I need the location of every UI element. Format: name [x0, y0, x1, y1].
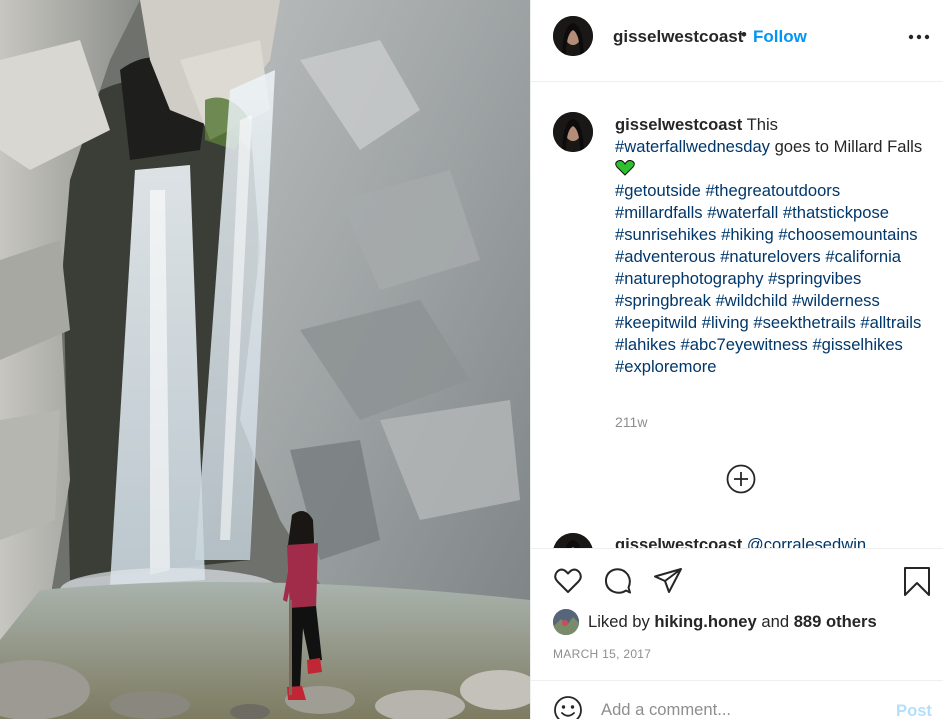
hashtag-link[interactable]: #springvibes — [768, 269, 861, 288]
hashtag-link[interactable]: #getoutside — [615, 181, 701, 200]
likes-text: Liked by hiking.honey and 889 others — [588, 612, 877, 632]
hashtag-link[interactable]: #waterfall — [707, 203, 778, 222]
hashtag-link[interactable]: #millardfalls — [615, 203, 703, 222]
comment-item: gisselwestcoast @corralesedwin — [615, 535, 866, 548]
smiley-icon[interactable] — [553, 695, 583, 719]
comments-section[interactable]: gisselwestcoast This #waterfallwednesday… — [531, 83, 943, 548]
caption-author-avatar[interactable] — [553, 112, 593, 152]
add-comment-bar: Post — [531, 680, 943, 719]
post-actions: Liked by hiking.honey and 889 others MAR… — [531, 548, 943, 719]
comment-avatar-image — [553, 533, 593, 548]
likes-middle: and — [756, 612, 794, 631]
hashtag-link[interactable]: #keepitwild — [615, 313, 697, 332]
liker-avatar-image — [553, 609, 579, 635]
follow-button[interactable]: Follow — [753, 27, 807, 47]
hashtag-link[interactable]: #exploremore — [615, 357, 716, 376]
author-avatar-image — [553, 16, 593, 56]
comment-mention[interactable]: @corralesedwin — [747, 535, 866, 548]
separator-dot: • — [741, 25, 747, 44]
hashtag-link[interactable]: #springbreak — [615, 291, 711, 310]
post-caption: gisselwestcoast This #waterfallwednesday… — [615, 114, 925, 378]
likes-others-link[interactable]: 889 others — [794, 612, 877, 631]
post-details-panel: gisselwestcoast • Follow gisselwestcoast… — [530, 0, 943, 719]
hashtag-link[interactable]: #thatstickpose — [783, 203, 889, 222]
post-photo[interactable] — [0, 0, 530, 719]
comment-username[interactable]: gisselwestcoast — [615, 535, 742, 548]
hashtag-link[interactable]: #choosemountains — [778, 225, 917, 244]
bookmark-icon[interactable] — [902, 566, 932, 596]
caption-text-mid: goes to Millard Falls — [769, 137, 923, 156]
caption-text-lead: This — [742, 115, 778, 134]
green-heart-icon — [615, 159, 635, 176]
author-avatar[interactable] — [553, 16, 593, 56]
liker-avatar[interactable] — [553, 609, 579, 635]
likes-prefix: Liked by — [588, 612, 655, 631]
caption-avatar-image — [553, 112, 593, 152]
hashtag-link[interactable]: #waterfallwednesday — [615, 137, 770, 156]
post-date: MARCH 15, 2017 — [553, 647, 652, 661]
post-comment-button[interactable]: Post — [896, 701, 932, 719]
hashtag-link[interactable]: #adventerous — [615, 247, 716, 266]
comment-input[interactable] — [601, 700, 881, 719]
hashtag-link[interactable]: #california — [825, 247, 901, 266]
post-age: 211w — [615, 414, 648, 430]
hashtag-link[interactable]: #gisselhikes — [812, 335, 902, 354]
post-header: gisselwestcoast • Follow — [531, 0, 943, 82]
comment-icon[interactable] — [603, 566, 633, 596]
hashtag-list: #getoutside #thegreatoutdoors #millardfa… — [615, 181, 921, 376]
hashtag-link[interactable]: #wildchild — [716, 291, 788, 310]
hashtag-link[interactable]: #wilderness — [792, 291, 880, 310]
hashtag-link[interactable]: #hiking — [721, 225, 774, 244]
plus-circle-icon[interactable] — [725, 463, 757, 495]
heart-icon[interactable] — [553, 566, 583, 596]
hashtag-link[interactable]: #naturephotography — [615, 269, 764, 288]
hashtag-link[interactable]: #lahikes — [615, 335, 676, 354]
comment-author-avatar[interactable] — [553, 533, 593, 548]
hashtag-link[interactable]: #naturelovers — [720, 247, 821, 266]
liker-username[interactable]: hiking.honey — [654, 612, 756, 631]
author-username[interactable]: gisselwestcoast — [613, 27, 743, 47]
share-icon[interactable] — [653, 566, 683, 596]
more-options-icon[interactable] — [906, 29, 932, 45]
hashtag-link[interactable]: #alltrails — [860, 313, 921, 332]
hashtag-link[interactable]: #seekthetrails — [753, 313, 855, 332]
hashtag-link[interactable]: #thegreatoutdoors — [705, 181, 840, 200]
hashtag-link[interactable]: #living — [702, 313, 749, 332]
hashtag-link[interactable]: #sunrisehikes — [615, 225, 716, 244]
waterfall-photo-image — [0, 0, 530, 719]
caption-username[interactable]: gisselwestcoast — [615, 115, 742, 134]
hashtag-link[interactable]: #abc7eyewitness — [681, 335, 808, 354]
